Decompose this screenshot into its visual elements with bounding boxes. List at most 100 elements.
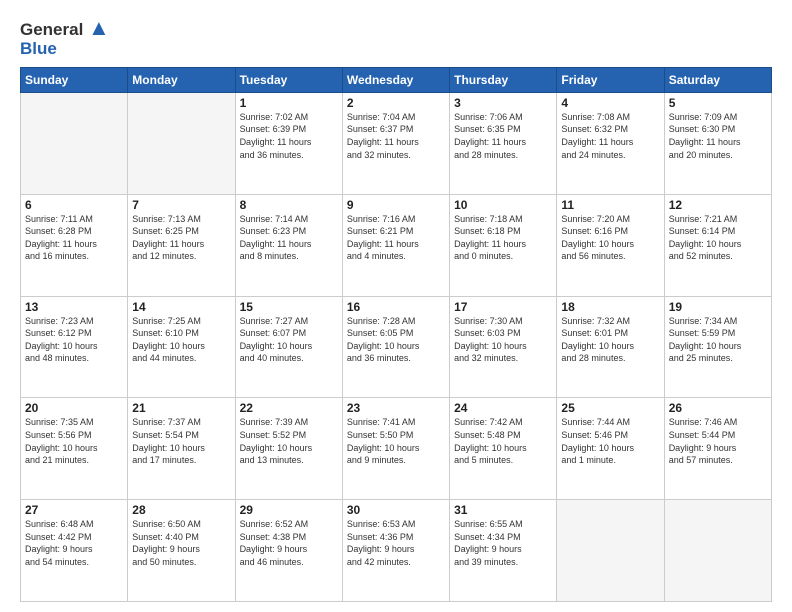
calendar-cell: 30Sunrise: 6:53 AM Sunset: 4:36 PM Dayli… — [342, 500, 449, 602]
day-info: Sunrise: 6:50 AM Sunset: 4:40 PM Dayligh… — [132, 518, 230, 568]
calendar-header-tuesday: Tuesday — [235, 67, 342, 92]
calendar-cell: 4Sunrise: 7:08 AM Sunset: 6:32 PM Daylig… — [557, 92, 664, 194]
day-number: 8 — [240, 198, 338, 212]
day-info: Sunrise: 7:37 AM Sunset: 5:54 PM Dayligh… — [132, 416, 230, 466]
calendar-table: SundayMondayTuesdayWednesdayThursdayFrid… — [20, 67, 772, 602]
calendar-cell: 31Sunrise: 6:55 AM Sunset: 4:34 PM Dayli… — [450, 500, 557, 602]
day-number: 4 — [561, 96, 659, 110]
calendar-cell: 2Sunrise: 7:04 AM Sunset: 6:37 PM Daylig… — [342, 92, 449, 194]
day-info: Sunrise: 7:02 AM Sunset: 6:39 PM Dayligh… — [240, 111, 338, 161]
day-number: 13 — [25, 300, 123, 314]
calendar-week-4: 27Sunrise: 6:48 AM Sunset: 4:42 PM Dayli… — [21, 500, 772, 602]
calendar-cell: 29Sunrise: 6:52 AM Sunset: 4:38 PM Dayli… — [235, 500, 342, 602]
calendar-cell: 11Sunrise: 7:20 AM Sunset: 6:16 PM Dayli… — [557, 194, 664, 296]
day-info: Sunrise: 7:32 AM Sunset: 6:01 PM Dayligh… — [561, 315, 659, 365]
day-info: Sunrise: 7:16 AM Sunset: 6:21 PM Dayligh… — [347, 213, 445, 263]
calendar-cell: 14Sunrise: 7:25 AM Sunset: 6:10 PM Dayli… — [128, 296, 235, 398]
day-info: Sunrise: 7:35 AM Sunset: 5:56 PM Dayligh… — [25, 416, 123, 466]
calendar-cell: 25Sunrise: 7:44 AM Sunset: 5:46 PM Dayli… — [557, 398, 664, 500]
calendar-cell: 10Sunrise: 7:18 AM Sunset: 6:18 PM Dayli… — [450, 194, 557, 296]
day-number: 2 — [347, 96, 445, 110]
calendar-cell: 8Sunrise: 7:14 AM Sunset: 6:23 PM Daylig… — [235, 194, 342, 296]
day-info: Sunrise: 7:42 AM Sunset: 5:48 PM Dayligh… — [454, 416, 552, 466]
day-info: Sunrise: 6:52 AM Sunset: 4:38 PM Dayligh… — [240, 518, 338, 568]
day-info: Sunrise: 7:14 AM Sunset: 6:23 PM Dayligh… — [240, 213, 338, 263]
day-number: 22 — [240, 401, 338, 415]
calendar-cell: 7Sunrise: 7:13 AM Sunset: 6:25 PM Daylig… — [128, 194, 235, 296]
header: General ▲ Blue — [20, 16, 772, 59]
calendar-header-monday: Monday — [128, 67, 235, 92]
calendar-cell — [557, 500, 664, 602]
calendar-cell — [21, 92, 128, 194]
day-number: 17 — [454, 300, 552, 314]
day-number: 15 — [240, 300, 338, 314]
day-number: 20 — [25, 401, 123, 415]
day-info: Sunrise: 7:18 AM Sunset: 6:18 PM Dayligh… — [454, 213, 552, 263]
logo: General ▲ Blue — [20, 16, 110, 59]
calendar-cell: 17Sunrise: 7:30 AM Sunset: 6:03 PM Dayli… — [450, 296, 557, 398]
calendar-cell: 20Sunrise: 7:35 AM Sunset: 5:56 PM Dayli… — [21, 398, 128, 500]
day-info: Sunrise: 7:25 AM Sunset: 6:10 PM Dayligh… — [132, 315, 230, 365]
calendar-cell: 23Sunrise: 7:41 AM Sunset: 5:50 PM Dayli… — [342, 398, 449, 500]
day-info: Sunrise: 7:06 AM Sunset: 6:35 PM Dayligh… — [454, 111, 552, 161]
calendar-header-sunday: Sunday — [21, 67, 128, 92]
day-number: 7 — [132, 198, 230, 212]
day-info: Sunrise: 7:08 AM Sunset: 6:32 PM Dayligh… — [561, 111, 659, 161]
calendar-cell — [664, 500, 771, 602]
calendar-week-3: 20Sunrise: 7:35 AM Sunset: 5:56 PM Dayli… — [21, 398, 772, 500]
logo-bird-icon: ▲ — [88, 15, 110, 40]
day-number: 24 — [454, 401, 552, 415]
day-info: Sunrise: 7:39 AM Sunset: 5:52 PM Dayligh… — [240, 416, 338, 466]
day-number: 11 — [561, 198, 659, 212]
day-number: 29 — [240, 503, 338, 517]
calendar-cell: 26Sunrise: 7:46 AM Sunset: 5:44 PM Dayli… — [664, 398, 771, 500]
day-info: Sunrise: 7:28 AM Sunset: 6:05 PM Dayligh… — [347, 315, 445, 365]
calendar-cell: 18Sunrise: 7:32 AM Sunset: 6:01 PM Dayli… — [557, 296, 664, 398]
day-info: Sunrise: 7:30 AM Sunset: 6:03 PM Dayligh… — [454, 315, 552, 365]
calendar-cell: 22Sunrise: 7:39 AM Sunset: 5:52 PM Dayli… — [235, 398, 342, 500]
calendar-cell: 15Sunrise: 7:27 AM Sunset: 6:07 PM Dayli… — [235, 296, 342, 398]
day-info: Sunrise: 7:09 AM Sunset: 6:30 PM Dayligh… — [669, 111, 767, 161]
day-info: Sunrise: 7:46 AM Sunset: 5:44 PM Dayligh… — [669, 416, 767, 466]
logo-general: General — [20, 20, 83, 39]
day-info: Sunrise: 7:21 AM Sunset: 6:14 PM Dayligh… — [669, 213, 767, 263]
day-number: 5 — [669, 96, 767, 110]
day-number: 26 — [669, 401, 767, 415]
day-number: 18 — [561, 300, 659, 314]
day-number: 1 — [240, 96, 338, 110]
calendar-header-row: SundayMondayTuesdayWednesdayThursdayFrid… — [21, 67, 772, 92]
day-number: 25 — [561, 401, 659, 415]
calendar-cell: 19Sunrise: 7:34 AM Sunset: 5:59 PM Dayli… — [664, 296, 771, 398]
day-info: Sunrise: 7:11 AM Sunset: 6:28 PM Dayligh… — [25, 213, 123, 263]
calendar-header-friday: Friday — [557, 67, 664, 92]
day-info: Sunrise: 7:44 AM Sunset: 5:46 PM Dayligh… — [561, 416, 659, 466]
calendar-header-wednesday: Wednesday — [342, 67, 449, 92]
day-number: 31 — [454, 503, 552, 517]
calendar-cell: 16Sunrise: 7:28 AM Sunset: 6:05 PM Dayli… — [342, 296, 449, 398]
calendar-header-thursday: Thursday — [450, 67, 557, 92]
day-info: Sunrise: 7:27 AM Sunset: 6:07 PM Dayligh… — [240, 315, 338, 365]
day-info: Sunrise: 7:20 AM Sunset: 6:16 PM Dayligh… — [561, 213, 659, 263]
day-number: 21 — [132, 401, 230, 415]
calendar-cell — [128, 92, 235, 194]
day-info: Sunrise: 7:41 AM Sunset: 5:50 PM Dayligh… — [347, 416, 445, 466]
day-number: 16 — [347, 300, 445, 314]
page: General ▲ Blue SundayMondayTuesdayWednes… — [0, 0, 792, 612]
calendar-week-0: 1Sunrise: 7:02 AM Sunset: 6:39 PM Daylig… — [21, 92, 772, 194]
day-info: Sunrise: 6:48 AM Sunset: 4:42 PM Dayligh… — [25, 518, 123, 568]
calendar-cell: 12Sunrise: 7:21 AM Sunset: 6:14 PM Dayli… — [664, 194, 771, 296]
calendar-cell: 1Sunrise: 7:02 AM Sunset: 6:39 PM Daylig… — [235, 92, 342, 194]
day-info: Sunrise: 7:13 AM Sunset: 6:25 PM Dayligh… — [132, 213, 230, 263]
day-number: 23 — [347, 401, 445, 415]
day-number: 30 — [347, 503, 445, 517]
day-number: 28 — [132, 503, 230, 517]
day-number: 6 — [25, 198, 123, 212]
day-number: 12 — [669, 198, 767, 212]
day-info: Sunrise: 7:04 AM Sunset: 6:37 PM Dayligh… — [347, 111, 445, 161]
day-info: Sunrise: 6:55 AM Sunset: 4:34 PM Dayligh… — [454, 518, 552, 568]
calendar-week-1: 6Sunrise: 7:11 AM Sunset: 6:28 PM Daylig… — [21, 194, 772, 296]
calendar-cell: 5Sunrise: 7:09 AM Sunset: 6:30 PM Daylig… — [664, 92, 771, 194]
calendar-cell: 6Sunrise: 7:11 AM Sunset: 6:28 PM Daylig… — [21, 194, 128, 296]
day-number: 3 — [454, 96, 552, 110]
calendar-header-saturday: Saturday — [664, 67, 771, 92]
